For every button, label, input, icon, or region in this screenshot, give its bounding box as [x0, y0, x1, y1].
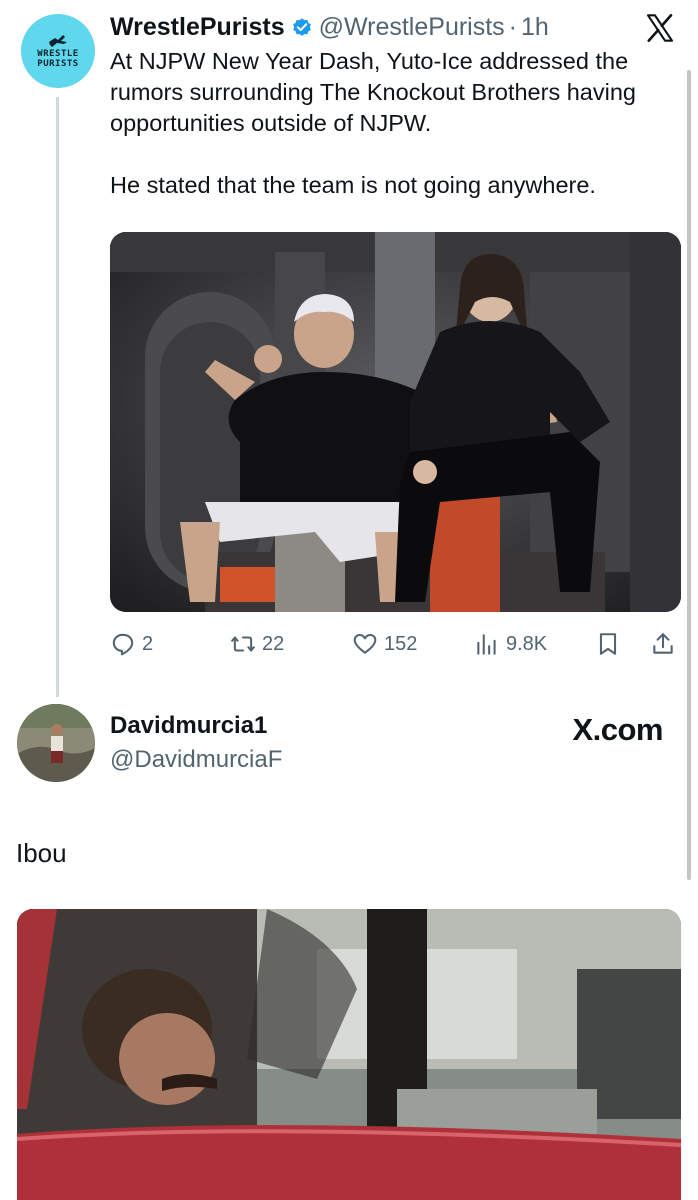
bookmark-icon: [599, 633, 617, 655]
thread-line: [56, 97, 59, 697]
like-icon: [353, 633, 377, 654]
tweet-paragraph-1: At NJPW New Year Dash, Yuto-Ice addresse…: [110, 48, 636, 136]
retweet-count: 22: [262, 632, 285, 655]
verified-badge-icon: [292, 18, 311, 36]
tweet-paragraph-2: He stated that the team is not going any…: [110, 172, 596, 198]
handle-separator: ·: [508, 12, 517, 41]
like-action[interactable]: 152: [352, 627, 417, 661]
reply-author-name[interactable]: Davidmurcia1: [110, 712, 267, 740]
reply-author-handle[interactable]: @DavidmurciaF: [110, 746, 282, 774]
reply-icon: [112, 633, 134, 656]
reply-action[interactable]: 2: [110, 627, 153, 661]
wrestlepurists-avatar[interactable]: WRESTLE PURISTS: [21, 14, 95, 88]
author-handle[interactable]: @WrestlePurists: [319, 13, 505, 42]
tweet-photo-image: [110, 232, 681, 612]
avatar-logo-line-2: PURISTS: [37, 59, 79, 69]
scrollbar[interactable]: [687, 70, 691, 880]
tweet-header: WrestlePurists @WrestlePurists · 1h: [110, 10, 549, 44]
views-count: 9.8K: [506, 632, 548, 655]
views-icon: [477, 634, 496, 655]
tweet-time[interactable]: 1h: [521, 13, 549, 42]
davidmurcia-avatar[interactable]: [17, 704, 95, 782]
reply-count: 2: [142, 632, 154, 655]
reply-photo-image: [17, 909, 681, 1200]
x-logo-icon[interactable]: [644, 12, 676, 44]
reply-photo[interactable]: [17, 909, 681, 1200]
tweet-actions: 2 22 152 9.8K: [110, 627, 682, 661]
tweet-text: At NJPW New Year Dash, Yuto-Ice addresse…: [110, 46, 685, 201]
share-icon: [653, 633, 673, 654]
avatar-logo-line-1: WRESTLE: [37, 49, 79, 59]
x-com-watermark: X.com: [572, 712, 663, 747]
avatar-logo-icon: [49, 35, 67, 47]
tweet-photo[interactable]: [110, 232, 681, 612]
reply-text: Ibou: [16, 838, 67, 868]
retweet-action[interactable]: 22: [230, 627, 284, 661]
views-action[interactable]: 9.8K: [474, 627, 547, 661]
davidmurcia-avatar-image: [17, 704, 95, 782]
author-name[interactable]: WrestlePurists: [110, 13, 285, 42]
like-count: 152: [384, 632, 418, 655]
retweet-icon: [231, 636, 255, 652]
bookmark-action[interactable]: [595, 627, 627, 661]
share-action[interactable]: [650, 627, 682, 661]
